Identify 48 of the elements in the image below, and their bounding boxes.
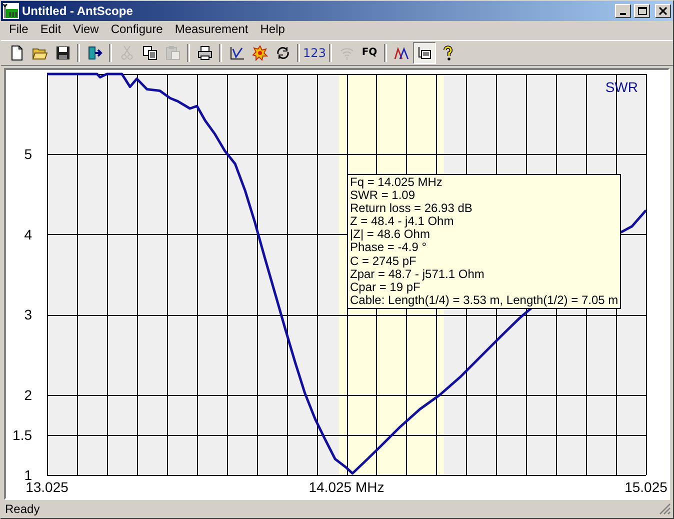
menu-item[interactable]: Configure: [104, 22, 169, 36]
graph-icon: [228, 44, 244, 61]
toolbar-button[interactable]: FQ: [358, 42, 381, 64]
axis-label: 14.025 MHz: [308, 478, 384, 495]
tooltip-line: SWR = 1.09: [350, 189, 416, 202]
minimize-button[interactable]: [615, 4, 631, 18]
tooltip-line: Phase = -4.9 °: [350, 241, 428, 255]
menu-item[interactable]: Measurement: [168, 22, 254, 36]
resize-grip-icon[interactable]: [659, 502, 671, 515]
tooltip-line: Zpar = 48.7 - j571.1 Ohm: [350, 268, 486, 281]
axis-label: 2: [24, 386, 32, 403]
save-icon: [54, 44, 70, 61]
app-icon: [3, 2, 19, 19]
axis-label: 3: [24, 306, 32, 323]
minimize-icon: [620, 12, 626, 15]
copy-icon: [142, 44, 158, 61]
toolbar-button[interactable]: 123: [303, 42, 326, 64]
tooltip-line: Cpar = 19 pF: [350, 280, 422, 294]
maximize-icon: [638, 6, 646, 15]
printer-icon: [196, 44, 212, 61]
refresh-icon: [274, 44, 290, 61]
axis-label: 1.5: [12, 426, 32, 443]
menu-item[interactable]: View: [67, 22, 105, 36]
window-title: Untitled - AntScope: [22, 4, 134, 18]
tooltip-line: Return loss = 26.93 dB: [350, 202, 474, 216]
close-icon: [659, 6, 667, 15]
tooltip-line: Cable: Length(1/4) = 3.53 m, Length(1/2) = 7.05 m: [350, 294, 618, 307]
tooltip-line: C = 2745 pF: [350, 254, 418, 268]
menu-item[interactable]: Edit: [34, 22, 68, 36]
menu-item[interactable]: Help: [254, 22, 291, 36]
burst-icon: [252, 44, 268, 61]
list-icon: [416, 44, 432, 61]
tooltip-line: Z = 48.4 - j4.1 Ohm: [350, 215, 455, 228]
menu-item[interactable]: File: [3, 22, 34, 36]
tooltip-line: Fq = 14.025 MHz: [350, 176, 444, 190]
axis-label: 5: [24, 146, 32, 162]
exit-icon: [86, 44, 102, 61]
twin-peaks-icon: [394, 44, 410, 61]
close-button[interactable]: [655, 4, 671, 18]
maximize-button[interactable]: [634, 4, 650, 18]
status-text: Ready: [5, 502, 40, 516]
axis-label: 15.025: [624, 478, 668, 495]
new-file-icon: [8, 44, 24, 61]
paste-icon: [164, 44, 180, 61]
toolbar-button[interactable]: [413, 42, 436, 64]
scissors-icon: [118, 44, 134, 61]
axis-label: 4: [24, 226, 32, 242]
tooltip-line: |Z| = 48.6 Ohm: [350, 228, 431, 242]
